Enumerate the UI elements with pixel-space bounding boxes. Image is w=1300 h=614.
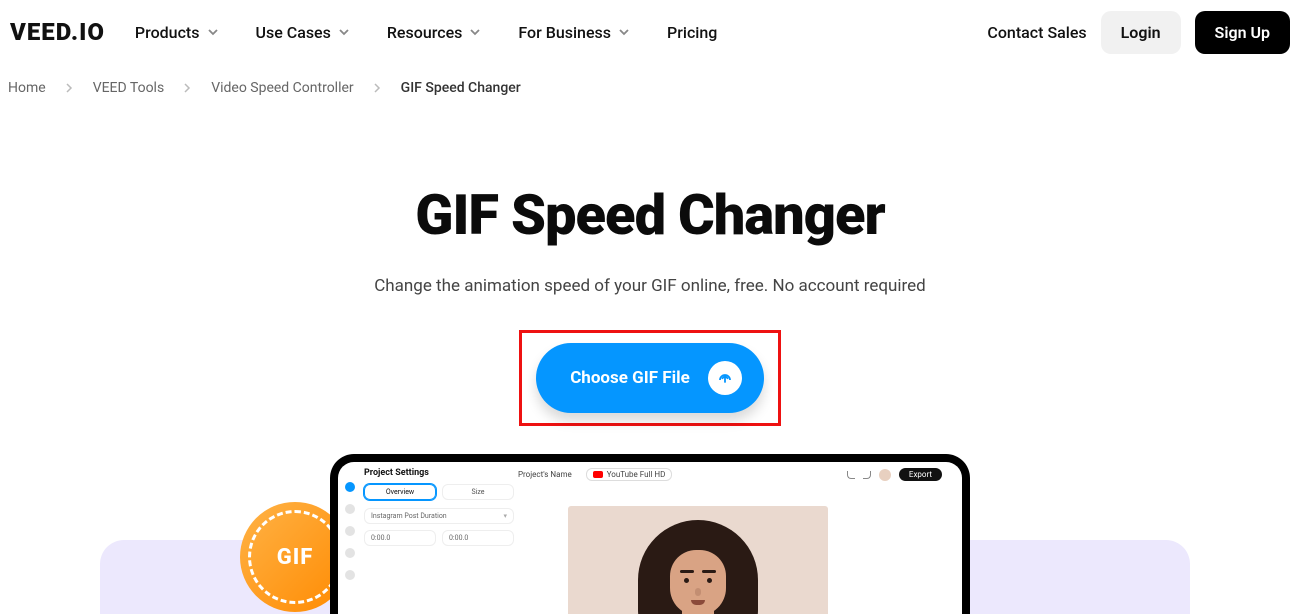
project-name-field: Project's Name xyxy=(518,470,572,479)
redo-icon xyxy=(863,471,871,479)
chevron-right-icon xyxy=(66,83,73,93)
breadcrumb-home[interactable]: Home xyxy=(8,80,46,96)
person-illustration xyxy=(628,520,768,614)
chevron-down-icon: ▾ xyxy=(503,512,507,520)
gif-badge-text: GIF xyxy=(277,545,314,570)
editor-topbar: Project's Name YouTube Full HD Export xyxy=(518,468,942,481)
contact-sales-link[interactable]: Contact Sales xyxy=(987,23,1086,42)
field-value: 0:00.0 xyxy=(371,534,390,542)
avatar xyxy=(879,469,891,481)
preset-label: YouTube Full HD xyxy=(607,470,666,479)
chevron-down-icon xyxy=(619,27,629,37)
export-button: Export xyxy=(899,468,942,481)
tab-overview: Overview xyxy=(364,484,436,500)
project-settings-panel: Project Settings Overview Size Instagram… xyxy=(364,468,514,552)
editor-preview-illustration: GIF Project's Name YouTube Full HD Expor… xyxy=(0,454,1300,614)
rail-icon xyxy=(345,548,355,558)
breadcrumb-current: GIF Speed Changer xyxy=(401,80,521,96)
editor-screen: Project's Name YouTube Full HD Export xyxy=(338,462,962,614)
field-label: Instagram Post Duration xyxy=(371,512,447,520)
left-rail xyxy=(342,482,358,580)
time-field: 0:00.0 xyxy=(442,530,514,546)
rail-icon xyxy=(345,504,355,514)
nav-label: Pricing xyxy=(667,23,717,42)
export-preset: YouTube Full HD xyxy=(586,468,673,481)
signup-button[interactable]: Sign Up xyxy=(1195,11,1290,54)
nav-for-business[interactable]: For Business xyxy=(518,23,629,42)
header-actions: Contact Sales Login Sign Up xyxy=(987,11,1290,54)
brand-logo[interactable]: VEED.IO xyxy=(10,18,105,46)
chevron-down-icon xyxy=(339,27,349,37)
youtube-icon xyxy=(593,471,603,478)
breadcrumb: Home VEED Tools Video Speed Controller G… xyxy=(0,64,1300,112)
nav-label: Resources xyxy=(387,23,463,42)
chevron-down-icon xyxy=(470,27,480,37)
nav-label: Products xyxy=(135,23,200,42)
chevron-down-icon xyxy=(208,27,218,37)
time-field: 0:00.0 xyxy=(364,530,436,546)
hero: GIF Speed Changer Change the animation s… xyxy=(0,182,1300,426)
undo-icon xyxy=(847,471,855,479)
upload-icon xyxy=(708,361,742,395)
cta-container: Choose GIF File xyxy=(0,330,1300,426)
breadcrumb-veed-tools[interactable]: VEED Tools xyxy=(93,80,165,96)
duration-field: Instagram Post Duration ▾ xyxy=(364,508,514,524)
breadcrumb-video-speed-controller[interactable]: Video Speed Controller xyxy=(211,80,353,96)
chevron-right-icon xyxy=(184,83,191,93)
tablet-frame: Project's Name YouTube Full HD Export xyxy=(330,454,970,614)
page-title: GIF Speed Changer xyxy=(0,182,1300,248)
cta-label: Choose GIF File xyxy=(570,368,690,388)
field-value: 0:00.0 xyxy=(449,534,468,542)
highlight-annotation: Choose GIF File xyxy=(519,330,781,426)
nav-resources[interactable]: Resources xyxy=(387,23,481,42)
nav-label: For Business xyxy=(518,23,611,42)
chevron-right-icon xyxy=(374,83,381,93)
rail-icon xyxy=(345,570,355,580)
nav-label: Use Cases xyxy=(256,23,331,42)
rail-icon xyxy=(345,482,355,492)
login-button[interactable]: Login xyxy=(1101,11,1181,54)
nav-use-cases[interactable]: Use Cases xyxy=(256,23,349,42)
nav-products[interactable]: Products xyxy=(135,23,218,42)
rail-icon xyxy=(345,526,355,536)
header: VEED.IO Products Use Cases Resources For… xyxy=(0,0,1300,64)
nav-pricing[interactable]: Pricing xyxy=(667,23,717,42)
choose-gif-file-button[interactable]: Choose GIF File xyxy=(536,343,764,413)
primary-nav: Products Use Cases Resources For Busines… xyxy=(135,23,987,42)
panel-title: Project Settings xyxy=(364,468,514,478)
tab-size: Size xyxy=(442,484,514,500)
page-subtitle: Change the animation speed of your GIF o… xyxy=(0,276,1300,296)
